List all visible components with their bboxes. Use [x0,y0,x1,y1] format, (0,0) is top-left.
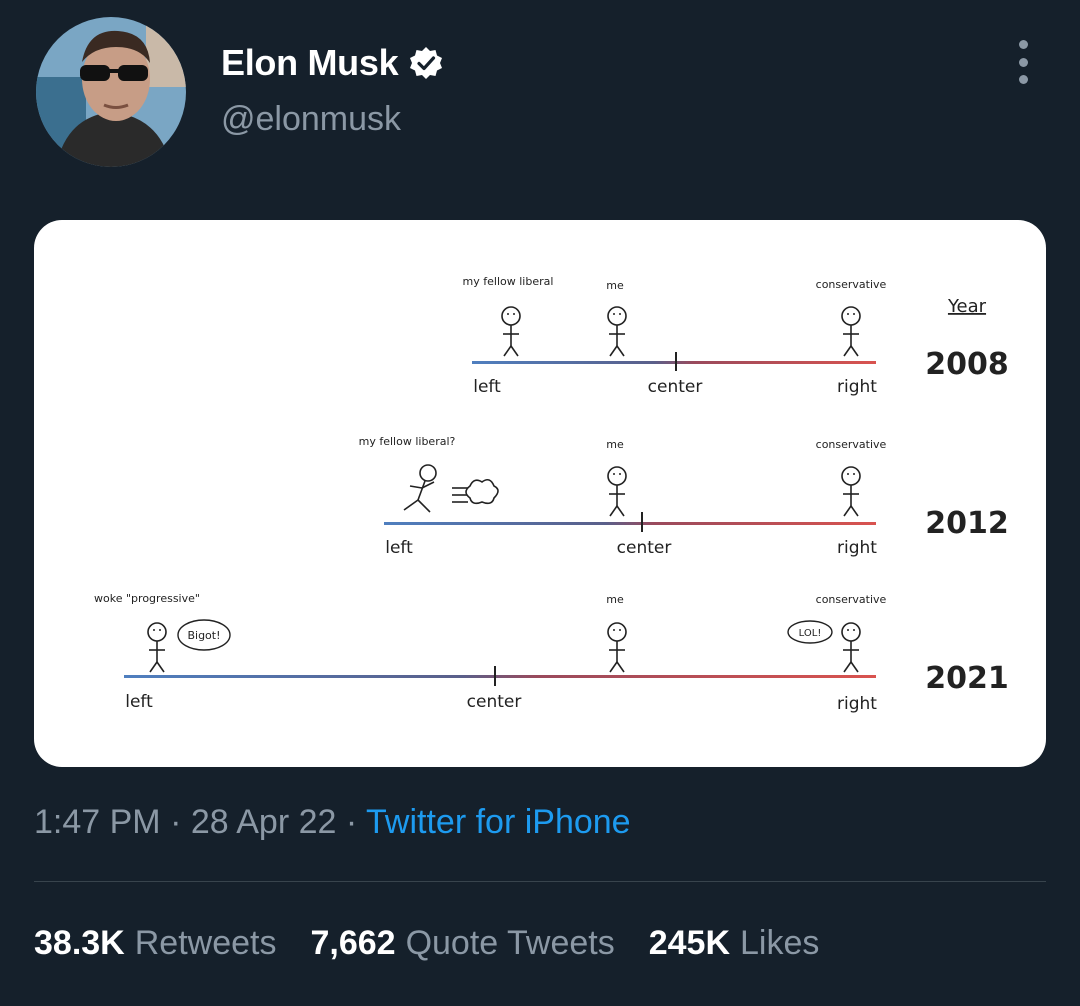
meta-separator: · [336,803,367,841]
figure-label: me [606,279,624,292]
figure-label: my fellow liberal? [359,435,456,448]
likes-count: 245K [648,924,731,962]
year-label: 2021 [925,661,1009,696]
likes-stat[interactable]: 245K Likes [649,924,820,963]
meta-separator: · [160,803,191,841]
stick-figure [607,306,627,357]
retweets-count: 38.3K [34,924,125,962]
retweets-label: Retweets [134,924,277,962]
stick-figure [841,622,861,673]
more-dot [1018,40,1028,49]
stick-figure [147,622,167,673]
stick-figure [607,466,627,517]
figure-label: woke "progressive" [94,592,200,605]
author-name[interactable]: Elon Musk [221,42,399,84]
speech-text: LOL! [799,628,822,639]
axis-label: right [837,377,877,397]
figure-label: my fellow liberal [463,275,554,288]
tweet-stats: 38.3K Retweets 7,662 Quote Tweets 245K Like… [34,924,819,963]
figure-label: conservative [816,438,887,451]
axis-label: right [837,538,877,558]
more-dot [1018,57,1028,67]
panel-2012: my fellow liberal? me conservative left [359,435,1009,558]
quote-tweets-count: 7,662 [310,924,396,962]
stick-figure [607,622,627,673]
figure-label: me [606,593,624,606]
figure-label: conservative [816,593,887,606]
more-options-icon[interactable] [1007,40,1039,84]
stick-figure [841,466,861,517]
tweet-image[interactable]: Year my fellow liberal me conservative l… [34,220,1046,767]
quote-tweets-stat[interactable]: 7,662 Quote Tweets [310,924,614,963]
stick-figure [841,306,861,357]
axis-label: left [125,692,153,712]
likes-label: Likes [740,924,820,962]
speech-text: Bigot! [187,629,220,642]
year-label: 2012 [925,506,1009,541]
divider [34,881,1046,882]
avatar[interactable] [36,17,186,167]
spectrum-line [124,675,876,678]
tweet-time[interactable]: 1:47 PM [34,803,161,841]
retweets-stat[interactable]: 38.3K Retweets [34,924,276,963]
more-dot [1018,75,1028,84]
author-handle[interactable]: @elonmusk [221,100,401,139]
axis-label: left [473,377,501,397]
panel-2008: my fellow liberal me conservative left c… [463,275,1009,397]
axis-label: left [385,538,413,558]
political-spectrum-meme: Year my fellow liberal me conservative l… [94,275,1009,714]
verified-badge-icon [408,45,444,81]
tweet-meta: 1:47 PM · 28 Apr 22 · Twitter for iPhone [34,803,631,842]
tweet-date[interactable]: 28 Apr 22 [191,803,337,841]
avatar-image [36,17,186,167]
panel-2021: woke "progressive" me conservative Bigot… [94,592,1009,714]
axis-label: right [837,694,877,714]
spectrum-line [384,522,876,525]
year-header: Year [947,296,987,317]
quote-tweets-label: Quote Tweets [405,924,615,962]
year-label: 2008 [925,347,1009,382]
axis-label: center [467,692,522,712]
figure-label: conservative [816,278,887,291]
axis-label: center [648,377,703,397]
author-name-row[interactable]: Elon Musk [221,42,444,84]
running-figure [403,464,499,513]
figure-label: me [606,438,624,451]
axis-label: center [617,538,672,558]
stick-figure [501,306,521,357]
spectrum-line [472,361,876,364]
tweet-source-link[interactable]: Twitter for iPhone [366,803,631,841]
